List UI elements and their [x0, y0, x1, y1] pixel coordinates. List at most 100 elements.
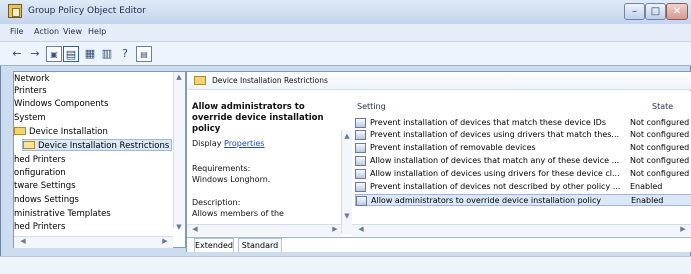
list-item[interactable]: Prevent installation of devices not desc… — [355, 181, 691, 193]
tree-item-windows-settings[interactable]: ndows Settings — [14, 194, 79, 206]
folder-icon — [14, 127, 26, 135]
left-horizontal-scrollbar[interactable] — [14, 236, 173, 248]
row-setting-text: Allow installation of devices that match… — [370, 156, 620, 165]
row-state-text: Not configured — [630, 118, 690, 127]
policy-setting-icon — [356, 196, 367, 206]
menu-help[interactable]: Help — [88, 27, 106, 36]
display-label: Display — [192, 139, 222, 148]
back-icon[interactable]: ← — [9, 46, 25, 62]
tree-item-hed-printers-2[interactable]: hed Printers — [14, 221, 65, 233]
list-item[interactable]: Allow installation of devices that match… — [355, 155, 691, 167]
tree-label: System — [14, 113, 46, 123]
list-item[interactable]: Prevent installation of devices using dr… — [355, 129, 691, 141]
row-setting-text: Prevent installation of removable device… — [370, 143, 536, 152]
scroll-left-icon[interactable]: ◀ — [190, 225, 200, 233]
tree-item-device-installation[interactable]: Device Installation — [14, 126, 108, 138]
tree-item-network[interactable]: Network — [14, 73, 50, 85]
scroll-left-icon[interactable]: ◀ — [18, 237, 28, 245]
tree-label: tware Settings — [14, 181, 76, 191]
description-text: Allows members of the — [192, 209, 284, 218]
row-state-text: Not configured — [630, 156, 690, 165]
policy-setting-icon — [355, 130, 366, 140]
tab-extended[interactable]: Extended — [194, 238, 234, 252]
row-setting-text: Allow administrators to override device … — [371, 196, 602, 205]
row-state-text: Not configured — [630, 169, 690, 178]
forward-icon[interactable]: → — [27, 46, 43, 62]
tree-label: ndows Settings — [14, 195, 79, 205]
tree-label: hed Printers — [14, 155, 66, 165]
list-item-selected[interactable]: Allow administrators to override device … — [355, 194, 691, 206]
display-properties-line: Display Properties — [192, 139, 337, 148]
requirements-label: Requirements: — [192, 164, 251, 173]
scroll-right-icon[interactable]: ▶ — [160, 237, 170, 245]
policy-setting-icon — [355, 182, 366, 192]
row-state-text: Enabled — [630, 182, 663, 191]
menu-file[interactable]: File — [10, 27, 23, 36]
scroll-down-icon[interactable]: ▼ — [174, 223, 184, 231]
tab-standard[interactable]: Standard — [238, 238, 282, 252]
scroll-down-icon[interactable]: ▼ — [342, 212, 352, 220]
up-icon[interactable]: ▣ — [46, 46, 62, 62]
close-button[interactable]: ✕ — [666, 3, 688, 20]
row-state-text: Enabled — [631, 196, 664, 205]
help-icon[interactable]: ? — [117, 46, 133, 62]
list-item[interactable]: Prevent installation of devices that mat… — [355, 117, 691, 129]
list-horizontal-scrollbar[interactable] — [352, 224, 691, 236]
row-setting-text: Prevent installation of devices not desc… — [370, 182, 621, 191]
tree-item-device-installation-restrictions[interactable]: Device Installation Restrictions — [22, 139, 172, 151]
policy-setting-icon — [355, 143, 366, 153]
tree-label: Network — [14, 74, 50, 84]
properties-link[interactable]: Properties — [224, 139, 264, 148]
scroll-right-icon[interactable]: ▶ — [330, 225, 340, 233]
tree-item-software-settings[interactable]: tware Settings — [14, 180, 76, 192]
menu-action[interactable]: Action — [34, 27, 59, 36]
folder-icon — [194, 76, 206, 85]
left-vertical-scrollbar[interactable] — [173, 72, 185, 228]
scroll-up-icon[interactable]: ▲ — [342, 132, 352, 140]
tree-item-hed-printers[interactable]: hed Printers — [14, 154, 65, 166]
tree-item-printers[interactable]: Printers — [14, 85, 47, 97]
tree-label: hed Printers — [14, 222, 66, 232]
breadcrumb: Device Installation Restrictions — [212, 76, 328, 85]
column-header-state[interactable]: State — [652, 102, 673, 111]
tree-item-configuration[interactable]: onfiguration — [14, 167, 66, 179]
app-icon — [8, 4, 22, 18]
tree-label: Device Installation — [29, 127, 108, 137]
tree-label: Windows Components — [14, 99, 109, 109]
filter-icon[interactable]: ▤ — [136, 46, 152, 62]
description-title: Allow administrators to override device … — [192, 102, 324, 134]
row-setting-text: Prevent installation of devices using dr… — [370, 130, 620, 139]
tree-label: Device Installation Restrictions — [38, 141, 170, 151]
tree-label: onfiguration — [14, 168, 66, 178]
tree-item-administrative-templates[interactable]: ministrative Templates — [14, 208, 111, 220]
tree-item-system[interactable]: System — [14, 112, 46, 124]
row-state-text: Not configured — [630, 143, 690, 152]
properties-icon[interactable]: ▦ — [82, 46, 98, 62]
scroll-right-icon[interactable]: ▶ — [678, 225, 688, 233]
folder-open-icon — [23, 141, 35, 149]
show-hide-icon[interactable]: ▤ — [63, 46, 79, 62]
list-item[interactable]: Prevent installation of removable device… — [355, 142, 691, 154]
description-label: Description: — [192, 198, 241, 207]
requirements-value: Windows Longhorn. — [192, 175, 271, 184]
column-header-setting[interactable]: Setting — [357, 102, 386, 111]
row-state-text: Not configured — [630, 130, 690, 139]
export-icon[interactable]: ▥ — [99, 46, 115, 62]
policy-setting-icon — [355, 156, 366, 166]
policy-setting-icon — [355, 169, 366, 179]
tree-label: Printers — [14, 86, 47, 96]
scroll-left-icon[interactable]: ◀ — [356, 225, 366, 233]
scroll-up-icon[interactable]: ▲ — [174, 73, 184, 81]
menu-view[interactable]: View — [63, 27, 82, 36]
status-bar — [0, 256, 691, 274]
row-setting-text: Prevent installation of devices that mat… — [370, 118, 606, 127]
maximize-button[interactable]: □ — [645, 3, 666, 20]
description-horizontal-scrollbar[interactable] — [187, 224, 341, 236]
row-setting-text: Allow installation of devices using driv… — [370, 169, 620, 178]
window-title: Group Policy Object Editor — [28, 6, 146, 16]
minimize-button[interactable]: – — [624, 3, 645, 20]
policy-setting-icon — [355, 118, 366, 128]
tree-label: ministrative Templates — [14, 209, 111, 219]
list-item[interactable]: Allow installation of devices using driv… — [355, 168, 691, 180]
tree-item-windows-components[interactable]: Windows Components — [14, 98, 108, 110]
